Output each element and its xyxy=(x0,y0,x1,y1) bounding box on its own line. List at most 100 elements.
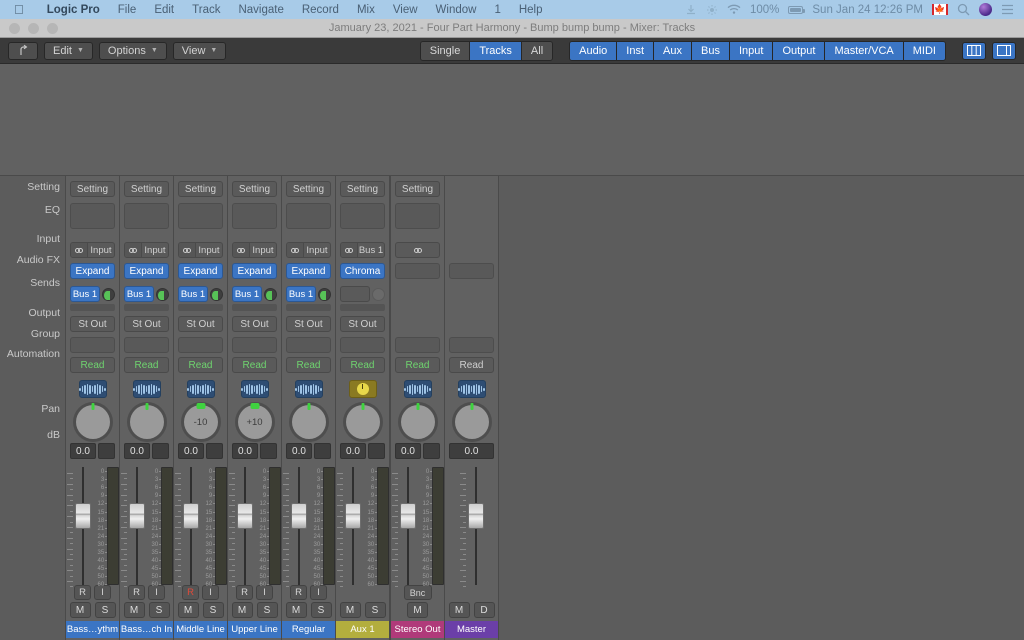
peak-level-display[interactable] xyxy=(423,443,440,459)
automation-mode-button[interactable]: Read xyxy=(395,357,440,373)
waveform-icon[interactable] xyxy=(294,380,323,398)
solo-button[interactable]: S xyxy=(256,602,278,618)
automation-mode-button[interactable]: Read xyxy=(124,357,169,373)
menu-item-mix[interactable]: Mix xyxy=(348,4,384,16)
audio-fx-slot[interactable] xyxy=(395,263,440,279)
send-slot-empty[interactable] xyxy=(232,304,277,311)
setting-button[interactable]: Setting xyxy=(340,181,385,197)
dim-button[interactable]: D xyxy=(473,602,495,618)
input-slot[interactable]: Input xyxy=(70,242,115,258)
record-enable-button[interactable]: R xyxy=(128,585,145,600)
group-slot[interactable] xyxy=(449,337,494,353)
send-destination-button[interactable] xyxy=(340,286,370,302)
input-slot[interactable]: Input xyxy=(124,242,169,258)
send-destination-button[interactable]: Bus 1 xyxy=(286,286,316,302)
waveform-icon[interactable] xyxy=(403,380,432,398)
send-slot-empty[interactable] xyxy=(124,304,169,311)
eq-display[interactable] xyxy=(286,203,331,229)
menu-item-logic-pro[interactable]: Logic Pro xyxy=(38,4,109,16)
eq-display[interactable] xyxy=(232,203,277,229)
battery-charging-icon[interactable] xyxy=(788,5,806,14)
pan-knob[interactable] xyxy=(129,403,164,439)
automation-mode-button[interactable]: Read xyxy=(340,357,385,373)
channel-strip-stereo-out[interactable]: Setting Read 0.0 0 3 6 9 12 15 18 21 24 30 35 40 45 50 60… xyxy=(391,176,445,640)
solo-button[interactable]: S xyxy=(202,602,224,618)
channel-name-label[interactable]: Regular xyxy=(282,621,335,638)
menu-item-record[interactable]: Record xyxy=(293,4,348,16)
group-slot[interactable] xyxy=(178,337,223,353)
group-slot[interactable] xyxy=(124,337,169,353)
volume-db-value[interactable]: 0.0 xyxy=(124,443,150,459)
volume-db-value[interactable]: 0.0 xyxy=(70,443,96,459)
siri-icon[interactable] xyxy=(979,3,992,16)
mute-button[interactable]: M xyxy=(285,602,307,618)
channel-name-label[interactable]: Aux 1 xyxy=(336,621,389,638)
airdrop-icon[interactable] xyxy=(706,4,718,16)
solo-button[interactable]: S xyxy=(94,602,116,618)
menu-item-track[interactable]: Track xyxy=(183,4,229,16)
channel-name-label[interactable]: Middle Line xyxy=(174,621,227,638)
volume-fader[interactable] xyxy=(236,467,253,585)
fader-handle[interactable] xyxy=(74,503,91,529)
inspector-panel-icon[interactable] xyxy=(992,41,1016,60)
menu-item-window[interactable]: Window xyxy=(427,4,486,16)
channel-strip-middle-line[interactable]: Setting Input Expand Bus 1 St Out Read -10 0.0 0… xyxy=(174,176,228,640)
eq-display[interactable] xyxy=(178,203,223,229)
mute-button[interactable]: M xyxy=(123,602,145,618)
pan-knob[interactable] xyxy=(454,403,489,439)
record-enable-button[interactable]: R xyxy=(182,585,199,600)
view-mode-tracks[interactable]: Tracks xyxy=(470,41,522,60)
pan-knob[interactable] xyxy=(75,403,110,439)
send-destination-button[interactable]: Bus 1 xyxy=(124,286,154,302)
volume-fader[interactable] xyxy=(74,467,91,585)
filter-input[interactable]: Input xyxy=(729,41,774,60)
mute-button[interactable]: M xyxy=(231,602,253,618)
menu-item-one[interactable]: 1 xyxy=(485,4,509,16)
volume-db-value[interactable]: 0.0 xyxy=(178,443,204,459)
record-enable-button[interactable]: R xyxy=(290,585,307,600)
mute-button[interactable]: M xyxy=(69,602,91,618)
setting-button[interactable]: Setting xyxy=(178,181,223,197)
undo-arrow-icon[interactable] xyxy=(8,41,38,60)
automation-mode-button[interactable]: Read xyxy=(449,357,494,373)
fader-handle[interactable] xyxy=(128,503,145,529)
send-level-knob[interactable] xyxy=(102,287,115,301)
volume-fader[interactable] xyxy=(182,467,199,585)
apple-logo-icon[interactable]:  xyxy=(14,3,24,16)
eq-display[interactable] xyxy=(340,203,385,229)
setting-button[interactable]: Setting xyxy=(232,181,277,197)
volume-db-value[interactable]: 0.0 xyxy=(395,443,421,459)
send-destination-button[interactable]: Bus 1 xyxy=(70,286,100,302)
output-slot[interactable]: St Out xyxy=(286,316,331,332)
waveform-icon[interactable] xyxy=(186,380,215,398)
setting-button[interactable]: Setting xyxy=(124,181,169,197)
options-menu-button[interactable]: Options ▼ xyxy=(98,41,167,60)
knob-icon[interactable] xyxy=(348,380,377,398)
notification-center-icon[interactable] xyxy=(1001,4,1014,15)
channel-name-label[interactable]: Bass…ch In xyxy=(120,621,173,638)
filter-midi[interactable]: MIDI xyxy=(903,41,945,60)
volume-fader[interactable] xyxy=(128,467,145,585)
menu-item-help[interactable]: Help xyxy=(510,4,552,16)
output-slot[interactable]: St Out xyxy=(70,316,115,332)
channel-strip-aux-1[interactable]: Setting Bus 1 Chroma St Out Read 0.0 0 3 6 9 12 15 1… xyxy=(336,176,390,640)
waveform-icon[interactable] xyxy=(457,380,486,398)
group-slot[interactable] xyxy=(340,337,385,353)
menu-item-navigate[interactable]: Navigate xyxy=(229,4,292,16)
channel-strip-regular[interactable]: Setting Input Expand Bus 1 St Out Read 0.0 0 3 6 9… xyxy=(282,176,336,640)
pan-knob[interactable] xyxy=(345,403,380,439)
send-level-knob[interactable] xyxy=(156,287,169,301)
group-slot[interactable] xyxy=(395,337,440,353)
group-slot[interactable] xyxy=(232,337,277,353)
spotlight-search-icon[interactable] xyxy=(957,3,970,16)
waveform-icon[interactable] xyxy=(240,380,269,398)
setting-button[interactable]: Setting xyxy=(395,181,440,197)
automation-mode-button[interactable]: Read xyxy=(286,357,331,373)
group-slot[interactable] xyxy=(286,337,331,353)
filter-aux[interactable]: Aux xyxy=(654,41,692,60)
menu-item-edit[interactable]: Edit xyxy=(145,4,183,16)
menubar-clock[interactable]: Sun Jan 24 12:26 PM xyxy=(812,4,923,16)
channel-name-label[interactable]: Master xyxy=(445,621,498,638)
output-slot[interactable]: St Out xyxy=(232,316,277,332)
send-slot-empty[interactable] xyxy=(178,304,223,311)
